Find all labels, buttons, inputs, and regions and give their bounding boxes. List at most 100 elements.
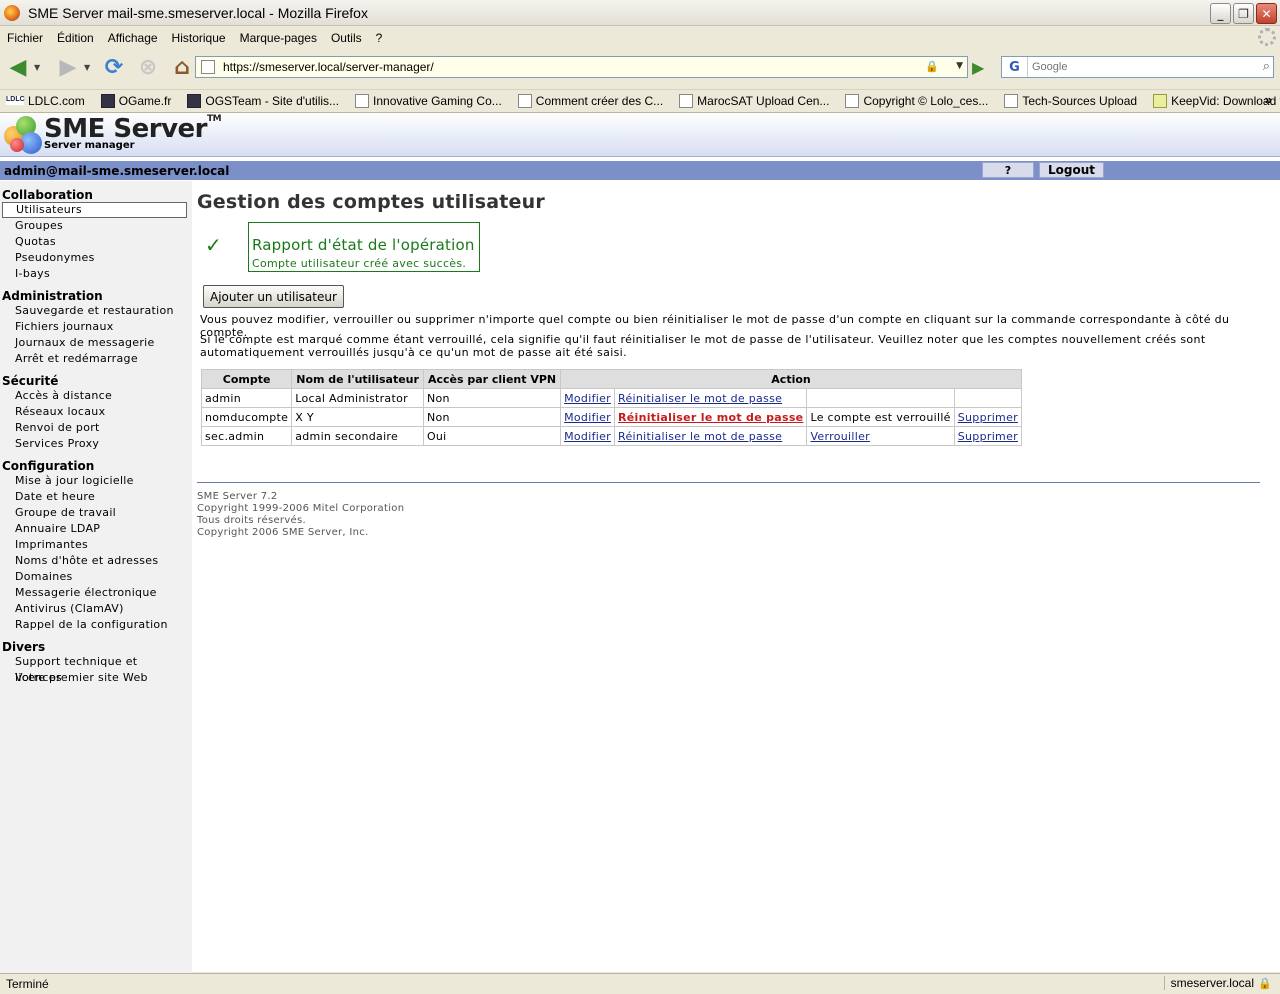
locked-account-note: Si le compte est marqué comme étant verr… (200, 333, 1206, 359)
sidebar-item-mise-a-jour[interactable]: Mise à jour logicielle (2, 473, 187, 489)
reset-password-link[interactable]: Réinitialiser le mot de passe (618, 430, 782, 443)
sidebar-item-antivirus[interactable]: Antivirus (ClamAV) (2, 601, 187, 617)
sidebar-item-reseaux-locaux[interactable]: Réseaux locaux (2, 404, 187, 420)
cell-reset: Réinitialiser le mot de passe (613, 388, 808, 408)
bookmark-innovative-gaming[interactable]: Innovative Gaming Co... (349, 93, 502, 108)
sidebar-item-support[interactable]: Support technique et licences (2, 654, 187, 684)
lock-link[interactable]: Verrouiller (810, 430, 870, 443)
modify-link[interactable]: Modifier (564, 392, 611, 405)
delete-link[interactable]: Supprimer (958, 430, 1018, 443)
sidebar-item-groupe-travail[interactable]: Groupe de travail (2, 505, 187, 521)
menu-edition[interactable]: Édition (57, 31, 94, 45)
sidebar: Collaboration Utilisateurs Groupes Quota… (0, 181, 192, 973)
menu-marque-pages[interactable]: Marque-pages (240, 31, 317, 45)
restore-button[interactable]: ❐ (1233, 3, 1254, 24)
sidebar-item-messagerie[interactable]: Messagerie électronique (2, 585, 187, 601)
sidebar-heading: Sécurité (2, 374, 59, 388)
bookmark-keepvid[interactable]: KeepVid: Download vi... (1147, 93, 1280, 108)
minimize-button[interactable]: _ (1210, 3, 1231, 24)
cell-reset: Réinitialiser le mot de passe (613, 426, 808, 446)
sidebar-item-annuaire-ldap[interactable]: Annuaire LDAP (2, 521, 187, 537)
sidebar-section-administration: Administration Sauvegarde et restauratio… (0, 289, 192, 367)
url-dropdown-icon[interactable]: ▼ (956, 61, 963, 71)
table-header-row: Compte Nom de l'utilisateur Accès par cl… (200, 369, 1022, 389)
home-icon[interactable]: ⌂ (168, 53, 196, 81)
sidebar-item-rappel-config[interactable]: Rappel de la configuration (2, 617, 187, 633)
sidebar-section-configuration: Configuration Mise à jour logicielle Dat… (0, 459, 192, 633)
menu-help[interactable]: ? (376, 31, 383, 45)
add-user-button[interactable]: Ajouter un utilisateur (203, 285, 344, 308)
column-header-action: Action (560, 369, 1022, 389)
cell-lock-status: Le compte est verrouillé (806, 407, 955, 427)
sidebar-heading: Divers (2, 640, 46, 654)
go-arrow-icon[interactable]: ▶ (972, 58, 984, 77)
bookmark-copyright-lolo[interactable]: Copyright © Lolo_ces... (839, 93, 988, 108)
reset-password-link-required[interactable]: Réinitialiser le mot de passe (618, 411, 803, 424)
bookmarks-overflow-chevron-icon[interactable]: » (1265, 92, 1272, 107)
delete-link[interactable]: Supprimer (958, 411, 1018, 424)
stop-icon[interactable]: ⊗ (134, 53, 162, 81)
back-history-dropdown-icon[interactable]: ▼ (34, 63, 42, 72)
footer-version: SME Server 7.2 (197, 491, 278, 502)
search-input[interactable] (1032, 61, 1242, 73)
accounts-table: Compte Nom de l'utilisateur Accès par cl… (200, 369, 1022, 446)
sidebar-item-utilisateurs[interactable]: Utilisateurs (2, 202, 187, 218)
page-icon (355, 93, 370, 108)
sidebar-item-pseudonymes[interactable]: Pseudonymes (2, 250, 187, 266)
bookmark-tech-sources[interactable]: Tech-Sources Upload (998, 93, 1137, 108)
status-bar: Terminé smeserver.local 🔒 (0, 973, 1280, 994)
page-icon (845, 93, 860, 108)
menu-historique[interactable]: Historique (172, 31, 226, 45)
sidebar-item-groupes[interactable]: Groupes (2, 218, 187, 234)
modify-link[interactable]: Modifier (564, 430, 611, 443)
reset-password-link[interactable]: Réinitialiser le mot de passe (618, 392, 782, 405)
forward-arrow-icon[interactable]: ▶ (54, 53, 82, 81)
google-engine-icon[interactable]: G (1002, 57, 1028, 77)
footer: SME Server 7.2 Copyright 1999-2006 Mitel… (197, 491, 404, 539)
sidebar-item-quotas[interactable]: Quotas (2, 234, 187, 250)
sidebar-heading: Configuration (2, 459, 95, 473)
bookmark-ldlc[interactable]: LDLC LDLC.com (0, 94, 85, 108)
sidebar-item-renvoi-port[interactable]: Renvoi de port (2, 420, 187, 436)
bookmarks-toolbar: LDLC LDLC.com OGame.fr OGSTeam - Site d'u… (0, 89, 1280, 111)
sidebar-item-domaines[interactable]: Domaines (2, 569, 187, 585)
secure-lock-icon[interactable]: 🔒 (1258, 977, 1272, 990)
sidebar-item-services-proxy[interactable]: Services Proxy (2, 436, 187, 452)
logged-in-user: admin@mail-sme.smeserver.local (4, 163, 230, 178)
column-header-nom: Nom de l'utilisateur (291, 369, 424, 389)
throbber-icon (1258, 28, 1276, 46)
sidebar-item-journaux-messagerie[interactable]: Journaux de messagerie (2, 335, 187, 351)
sidebar-item-sauvegarde[interactable]: Sauvegarde et restauration (2, 303, 187, 319)
sidebar-item-acces-distance[interactable]: Accès à distance (2, 388, 187, 404)
bookmark-comment-creer[interactable]: Comment créer des C... (512, 93, 663, 108)
bookmark-ogame[interactable]: OGame.fr (95, 93, 171, 108)
url-bar[interactable]: https://smeserver.local/server-manager/ … (195, 56, 968, 78)
bookmark-ogsteam[interactable]: OGSTeam - Site d'utilis... (181, 93, 339, 108)
sidebar-item-date-heure[interactable]: Date et heure (2, 489, 187, 505)
sidebar-item-noms-hote[interactable]: Noms d'hôte et adresses (2, 553, 187, 569)
menu-affichage[interactable]: Affichage (108, 31, 158, 45)
column-header-vpn: Accès par client VPN (422, 369, 562, 389)
help-button[interactable]: ? (982, 162, 1034, 178)
menu-outils[interactable]: Outils (331, 31, 362, 45)
sidebar-item-premier-site[interactable]: Votre premier site Web (2, 670, 187, 686)
back-arrow-icon[interactable]: ◀ (4, 53, 32, 81)
logout-button[interactable]: Logout (1039, 162, 1104, 178)
sme-logo-icon (4, 116, 42, 154)
sidebar-item-arret[interactable]: Arrêt et redémarrage (2, 351, 187, 367)
sidebar-section-securite: Sécurité Accès à distance Réseaux locaux… (0, 374, 192, 452)
close-button[interactable]: ✕ (1256, 3, 1277, 24)
status-text: Terminé (6, 977, 49, 991)
menu-fichier[interactable]: Fichier (7, 31, 43, 45)
sidebar-item-fichiers-journaux[interactable]: Fichiers journaux (2, 319, 187, 335)
bookmark-marocsat[interactable]: MarocSAT Upload Cen... (673, 93, 829, 108)
reload-icon[interactable]: ⟳ (100, 53, 128, 81)
lock-icon[interactable]: 🔒 (925, 60, 939, 73)
modify-link[interactable]: Modifier (564, 411, 611, 424)
forward-history-dropdown-icon[interactable]: ▼ (84, 63, 92, 72)
sidebar-item-ibays[interactable]: I-bays (2, 266, 187, 282)
url-text[interactable]: https://smeserver.local/server-manager/ (223, 60, 434, 74)
search-icon[interactable]: ⌕ (1263, 59, 1270, 74)
sidebar-item-imprimantes[interactable]: Imprimantes (2, 537, 187, 553)
status-report-box: Rapport d'état de l'opération Compte uti… (248, 222, 480, 272)
